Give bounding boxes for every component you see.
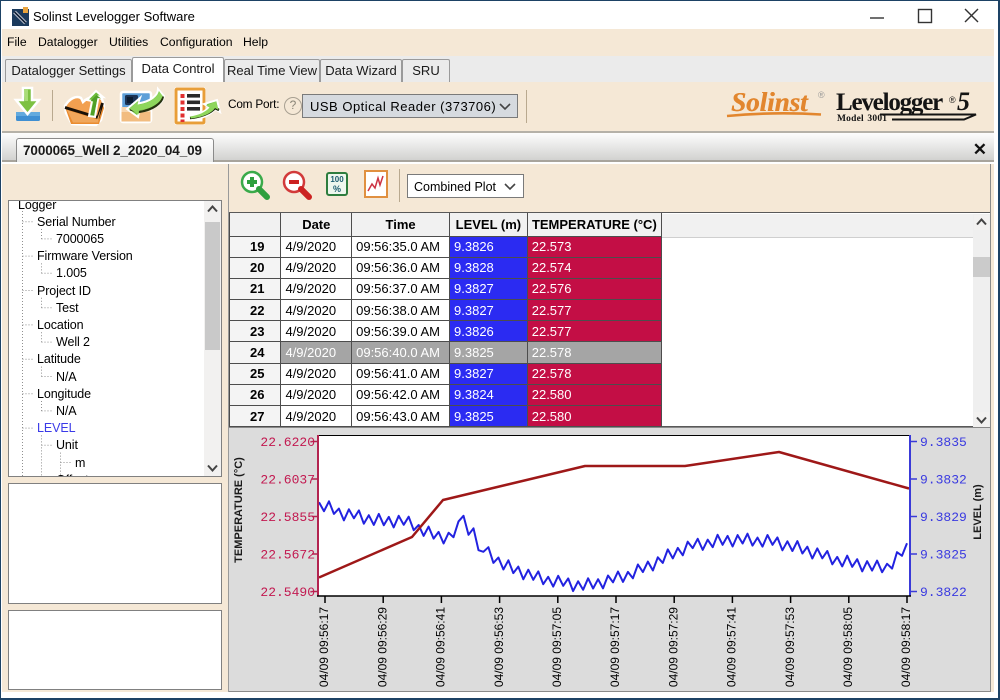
svg-text:LEVEL (m): LEVEL (m) [972,484,984,540]
svg-text:04/09 09:56:53: 04/09 09:56:53 [492,607,506,687]
svg-text:22.5672: 22.5672 [260,548,315,563]
svg-text:04/09 09:56:17: 04/09 09:56:17 [317,607,331,687]
svg-text:9.3829: 9.3829 [920,510,967,525]
svg-text:22.6037: 22.6037 [260,473,315,488]
svg-text:04/09 09:57:41: 04/09 09:57:41 [725,607,739,687]
svg-text:04/09 09:58:05: 04/09 09:58:05 [841,607,855,687]
svg-text:9.3825: 9.3825 [920,548,967,563]
svg-text:04/09 09:56:29: 04/09 09:56:29 [375,607,389,687]
svg-text:TEMPERATURE (°C): TEMPERATURE (°C) [233,457,245,563]
svg-text:04/09 09:57:29: 04/09 09:57:29 [666,607,680,687]
svg-text:22.6220: 22.6220 [260,435,315,450]
svg-text:04/09 09:57:17: 04/09 09:57:17 [608,607,622,687]
svg-text:9.3835: 9.3835 [920,435,967,450]
svg-text:22.5855: 22.5855 [260,510,315,525]
svg-text:9.3832: 9.3832 [920,473,967,488]
svg-text:22.5490: 22.5490 [260,585,315,600]
svg-text:04/09 09:57:53: 04/09 09:57:53 [783,607,797,687]
svg-text:04/09 09:57:05: 04/09 09:57:05 [550,607,564,687]
svg-text:9.3822: 9.3822 [920,585,967,600]
svg-text:100: 100 [330,175,344,184]
svg-text:04/09 09:56:41: 04/09 09:56:41 [434,607,448,687]
svg-text:04/09 09:58:17: 04/09 09:58:17 [899,607,913,687]
svg-text:%: % [333,184,341,194]
